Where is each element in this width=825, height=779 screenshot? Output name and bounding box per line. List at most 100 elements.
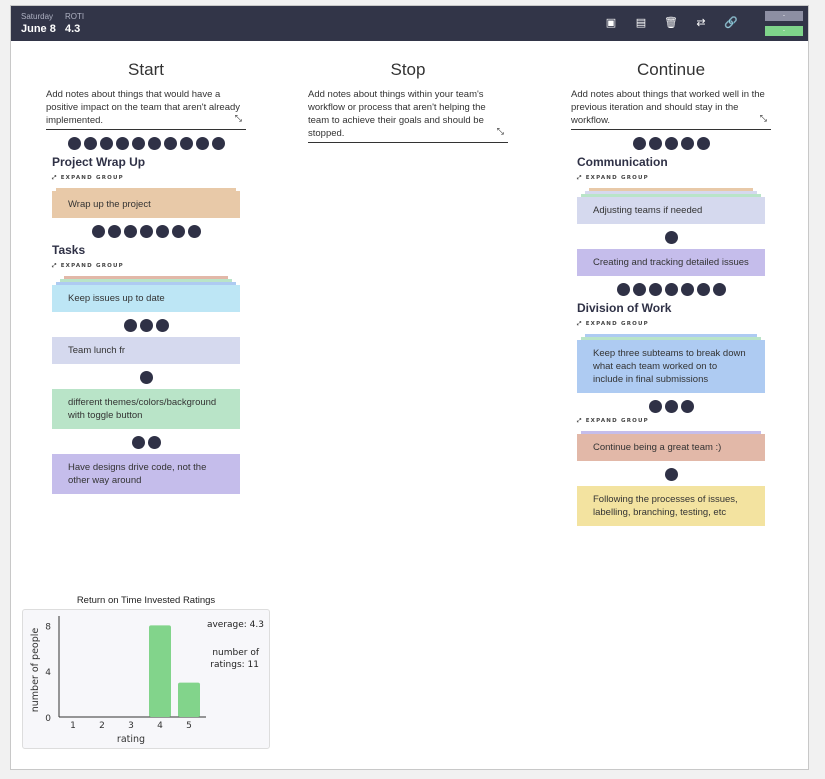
y-tick-label: 4 xyxy=(45,668,51,678)
y-tick-label: 0 xyxy=(45,714,51,724)
roti-label: ROTI xyxy=(65,12,85,21)
vote-dot xyxy=(155,225,169,238)
group-title: Division of Work xyxy=(577,301,672,315)
x-tick-label: 4 xyxy=(157,721,163,731)
roti-chart-svg: 1 2 3 4 5 0 4 8 rating number of people average: 4… xyxy=(30,616,264,745)
vote-dots xyxy=(571,137,771,150)
note-card[interactable]: Team lunch fr xyxy=(52,337,240,364)
refresh-icon[interactable]: ⇄ xyxy=(694,16,708,30)
note-card[interactable]: Have designs drive code, not the other w… xyxy=(52,454,240,494)
description-text: Add notes about things that worked well … xyxy=(571,89,765,126)
vote-dot xyxy=(147,436,161,449)
card-stack: Continue being a great team :) xyxy=(577,431,765,461)
column-title: Stop xyxy=(390,60,426,79)
collapse-icon[interactable]: ⤡ xyxy=(497,125,504,138)
day-label: Saturday xyxy=(21,12,54,21)
expand-group-button[interactable]: ⤢ EXPAND GROUP xyxy=(52,175,246,182)
card-stack: Keep three subteams to break down what e… xyxy=(577,334,765,393)
average-annotation: average: 4.3 xyxy=(207,620,264,630)
expand-group-button[interactable]: ⤢ EXPAND GROUP xyxy=(52,263,246,270)
vote-dot xyxy=(680,283,694,296)
note-card[interactable]: Keep three subteams to break down what e… xyxy=(577,340,765,393)
y-axis-label: number of people xyxy=(30,628,41,713)
trash-icon[interactable]: 🗑 xyxy=(664,16,678,30)
date: June 8 xyxy=(21,23,56,35)
expand-label: EXPAND GROUP xyxy=(60,175,124,181)
vote-dots xyxy=(571,231,771,244)
vote-dot xyxy=(696,283,710,296)
x-axis-label: rating xyxy=(117,734,145,745)
vote-dots xyxy=(46,225,246,238)
vote-dot xyxy=(107,225,121,238)
expand-group-button[interactable]: ⤢ EXPAND GROUP xyxy=(577,321,771,328)
vote-dots xyxy=(571,400,771,413)
chart-title: Return on Time Invested Ratings xyxy=(76,595,216,606)
expand-label: EXPAND GROUP xyxy=(585,321,649,327)
top-button[interactable]: - xyxy=(765,11,803,21)
expand-group-button[interactable]: ⤢ EXPAND GROUP xyxy=(577,175,771,182)
column-title: Continue xyxy=(636,60,706,79)
vote-dot xyxy=(664,283,678,296)
column-title: Start xyxy=(128,60,164,79)
vote-dot xyxy=(187,225,201,238)
expand-icon: ⤢ xyxy=(52,175,61,181)
vote-dot xyxy=(155,319,169,332)
column-stop: Stop Add notes about things within your t… xyxy=(308,60,508,143)
expand-icon: ⤢ xyxy=(577,418,586,424)
group-title: Project Wrap Up xyxy=(52,155,146,169)
vote-dot xyxy=(616,283,630,296)
vote-dots xyxy=(571,468,771,481)
vote-dots xyxy=(46,319,246,332)
expand-label: EXPAND GROUP xyxy=(585,175,649,181)
card-stack: Creating and tracking detailed issues xyxy=(577,249,765,276)
column-description: Add notes about things that worked well … xyxy=(571,88,771,130)
x-tick-label: 2 xyxy=(99,721,105,731)
vote-dot xyxy=(632,137,646,150)
vote-dot xyxy=(131,137,145,150)
roti-value: 4.3 xyxy=(65,23,81,35)
vote-dot xyxy=(648,137,662,150)
column-description: Add notes about things within your team'… xyxy=(308,88,508,143)
expand-group-button[interactable]: ⤢ EXPAND GROUP xyxy=(577,418,771,425)
note-card[interactable]: Keep issues up to date xyxy=(52,285,240,312)
collapse-icon[interactable]: ⤡ xyxy=(235,112,242,125)
x-tick-label: 3 xyxy=(128,721,134,731)
note-card[interactable]: different themes/colors/background with … xyxy=(52,389,240,429)
card-stack: Have designs drive code, not the other w… xyxy=(52,454,240,494)
vote-dots xyxy=(46,436,246,449)
column-description: Add notes about things that would have a… xyxy=(46,88,246,130)
vote-dot xyxy=(139,225,153,238)
vote-dot xyxy=(147,137,161,150)
vote-dot xyxy=(123,319,137,332)
vote-dot xyxy=(139,371,153,384)
x-tick-label: 5 xyxy=(186,721,192,731)
card-stack: Adjusting teams if needed xyxy=(577,188,765,224)
card-stack: Team lunch fr xyxy=(52,337,240,364)
note-card[interactable]: Continue being a great team :) xyxy=(577,434,765,461)
bar-5 xyxy=(178,682,200,717)
note-card[interactable]: Following the processes of issues, label… xyxy=(577,486,765,526)
link-icon[interactable]: 🔗 xyxy=(724,16,738,30)
vote-dot xyxy=(171,225,185,238)
export-pdf-icon[interactable]: ▣ xyxy=(604,16,618,30)
vote-dot xyxy=(115,137,129,150)
vote-dot xyxy=(664,400,678,413)
export-doc-icon[interactable]: ▤ xyxy=(634,16,648,30)
bottom-button[interactable]: - xyxy=(765,26,803,36)
bar-4 xyxy=(149,625,171,717)
description-text: Add notes about things that would have a… xyxy=(46,89,241,126)
collapse-icon[interactable]: ⤡ xyxy=(760,112,767,125)
vote-dot xyxy=(664,231,678,244)
card-stack: Following the processes of issues, label… xyxy=(577,486,765,526)
note-card[interactable]: Adjusting teams if needed xyxy=(577,197,765,224)
vote-dot xyxy=(696,137,710,150)
expand-icon: ⤢ xyxy=(52,263,61,269)
group-title: Tasks xyxy=(52,243,86,257)
vote-dot xyxy=(131,436,145,449)
vote-dot xyxy=(680,137,694,150)
note-card[interactable]: Wrap up the project xyxy=(52,191,240,218)
vote-dot xyxy=(195,137,209,150)
vote-dot xyxy=(163,137,177,150)
vote-dot xyxy=(211,137,225,150)
note-card[interactable]: Creating and tracking detailed issues xyxy=(577,249,765,276)
